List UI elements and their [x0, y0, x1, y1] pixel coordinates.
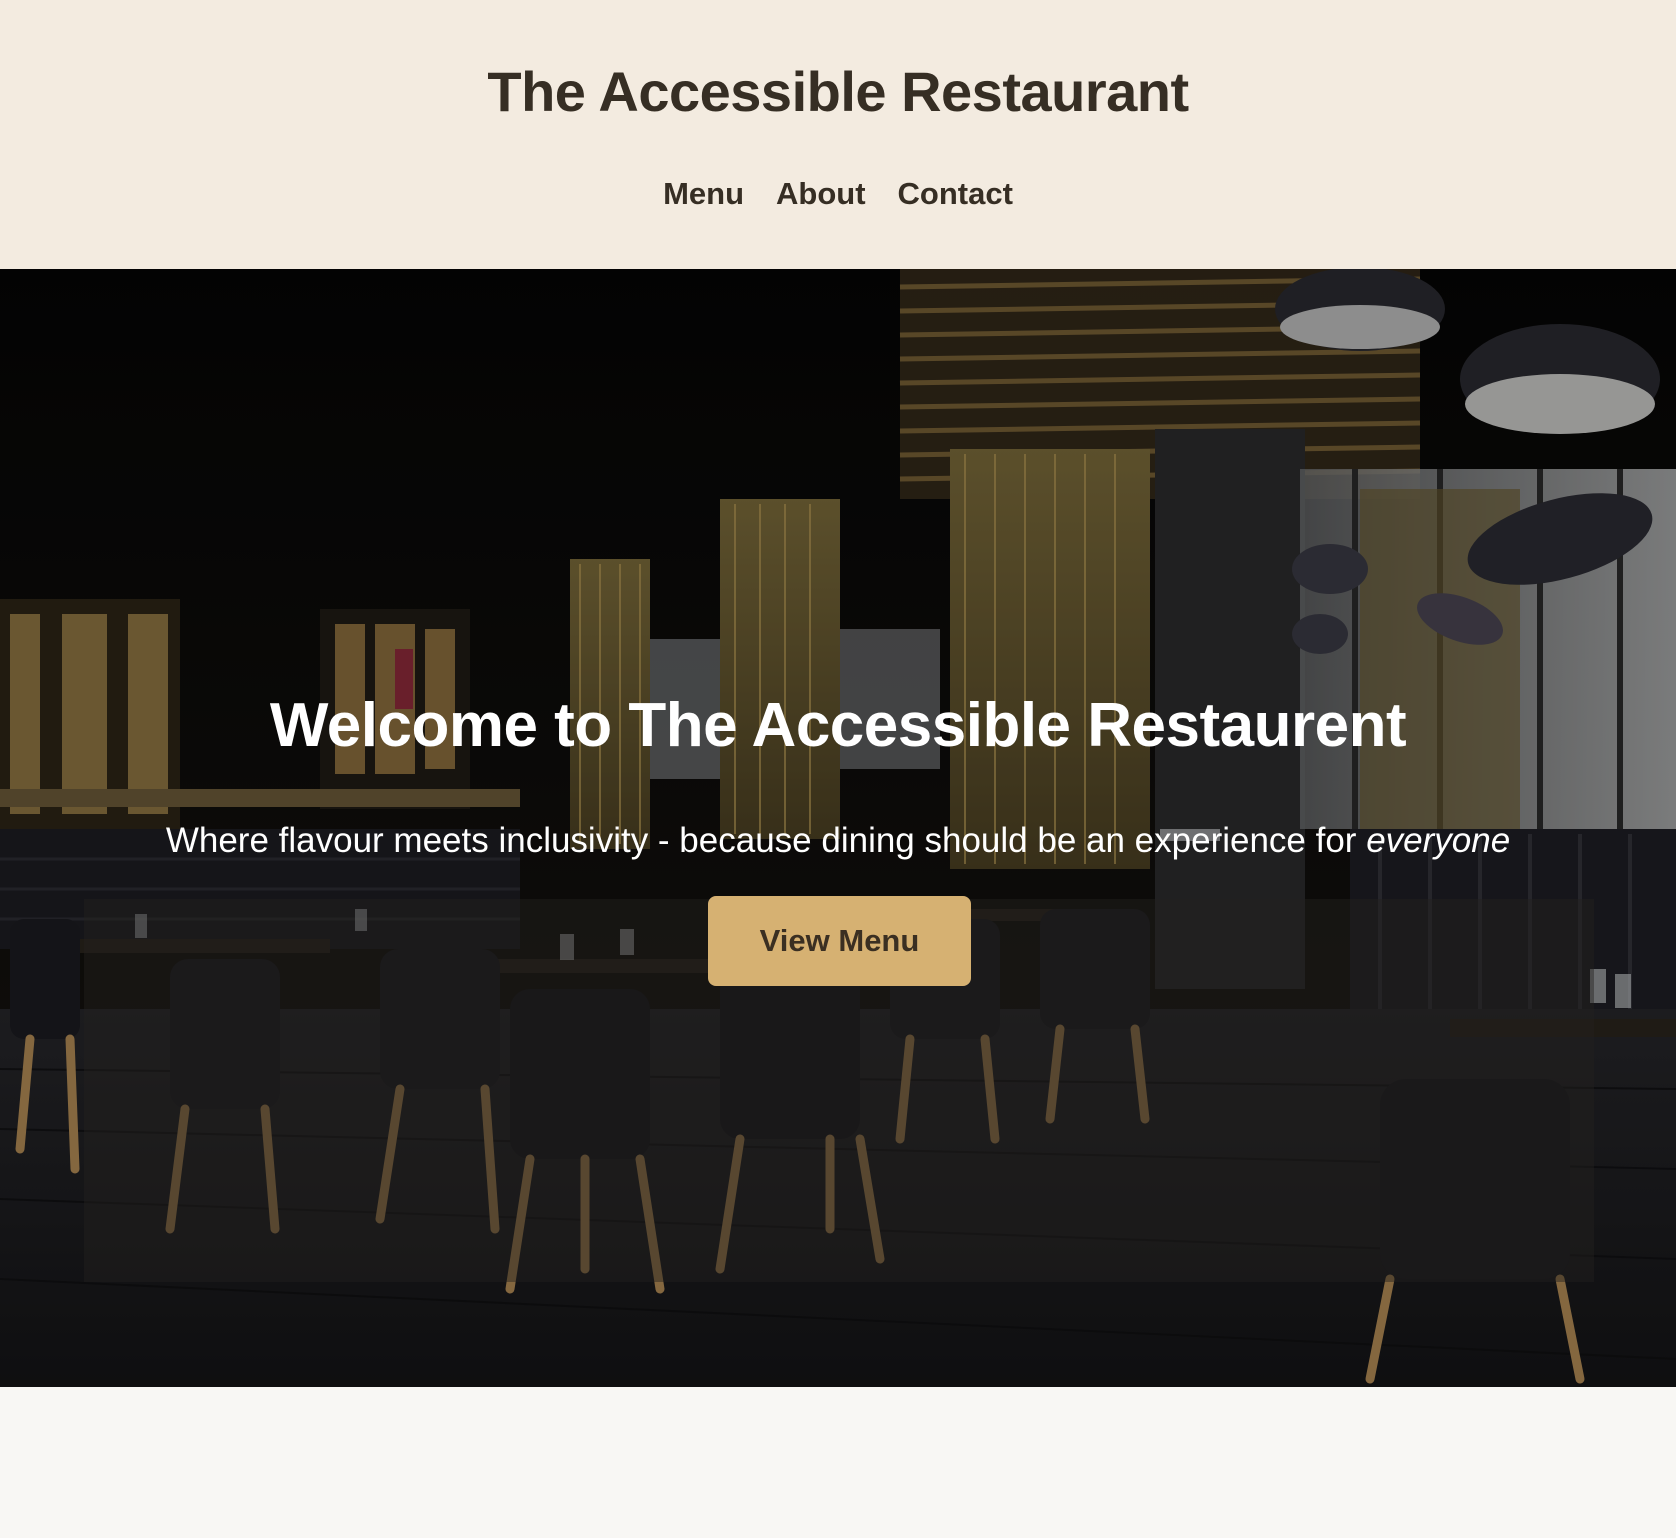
page-body-area	[0, 1387, 1676, 1538]
hero-tagline: Where flavour meets inclusivity - becaus…	[0, 818, 1676, 864]
main-nav: Menu About Contact	[0, 172, 1676, 216]
nav-link-about[interactable]: About	[776, 172, 866, 216]
site-title: The Accessible Restaurant	[487, 60, 1189, 123]
site-header: The Accessible Restaurant Menu About Con…	[0, 0, 1676, 269]
hero-tagline-text: Where flavour meets inclusivity - becaus…	[165, 821, 1367, 860]
nav-link-contact[interactable]: Contact	[898, 172, 1013, 216]
nav-link-menu[interactable]: Menu	[663, 172, 744, 216]
view-menu-button[interactable]: View Menu	[708, 896, 971, 986]
hero-tagline-emphasis: everyone	[1366, 821, 1511, 860]
hero-heading: Welcome to The Accessible Restaurent	[269, 691, 1407, 760]
